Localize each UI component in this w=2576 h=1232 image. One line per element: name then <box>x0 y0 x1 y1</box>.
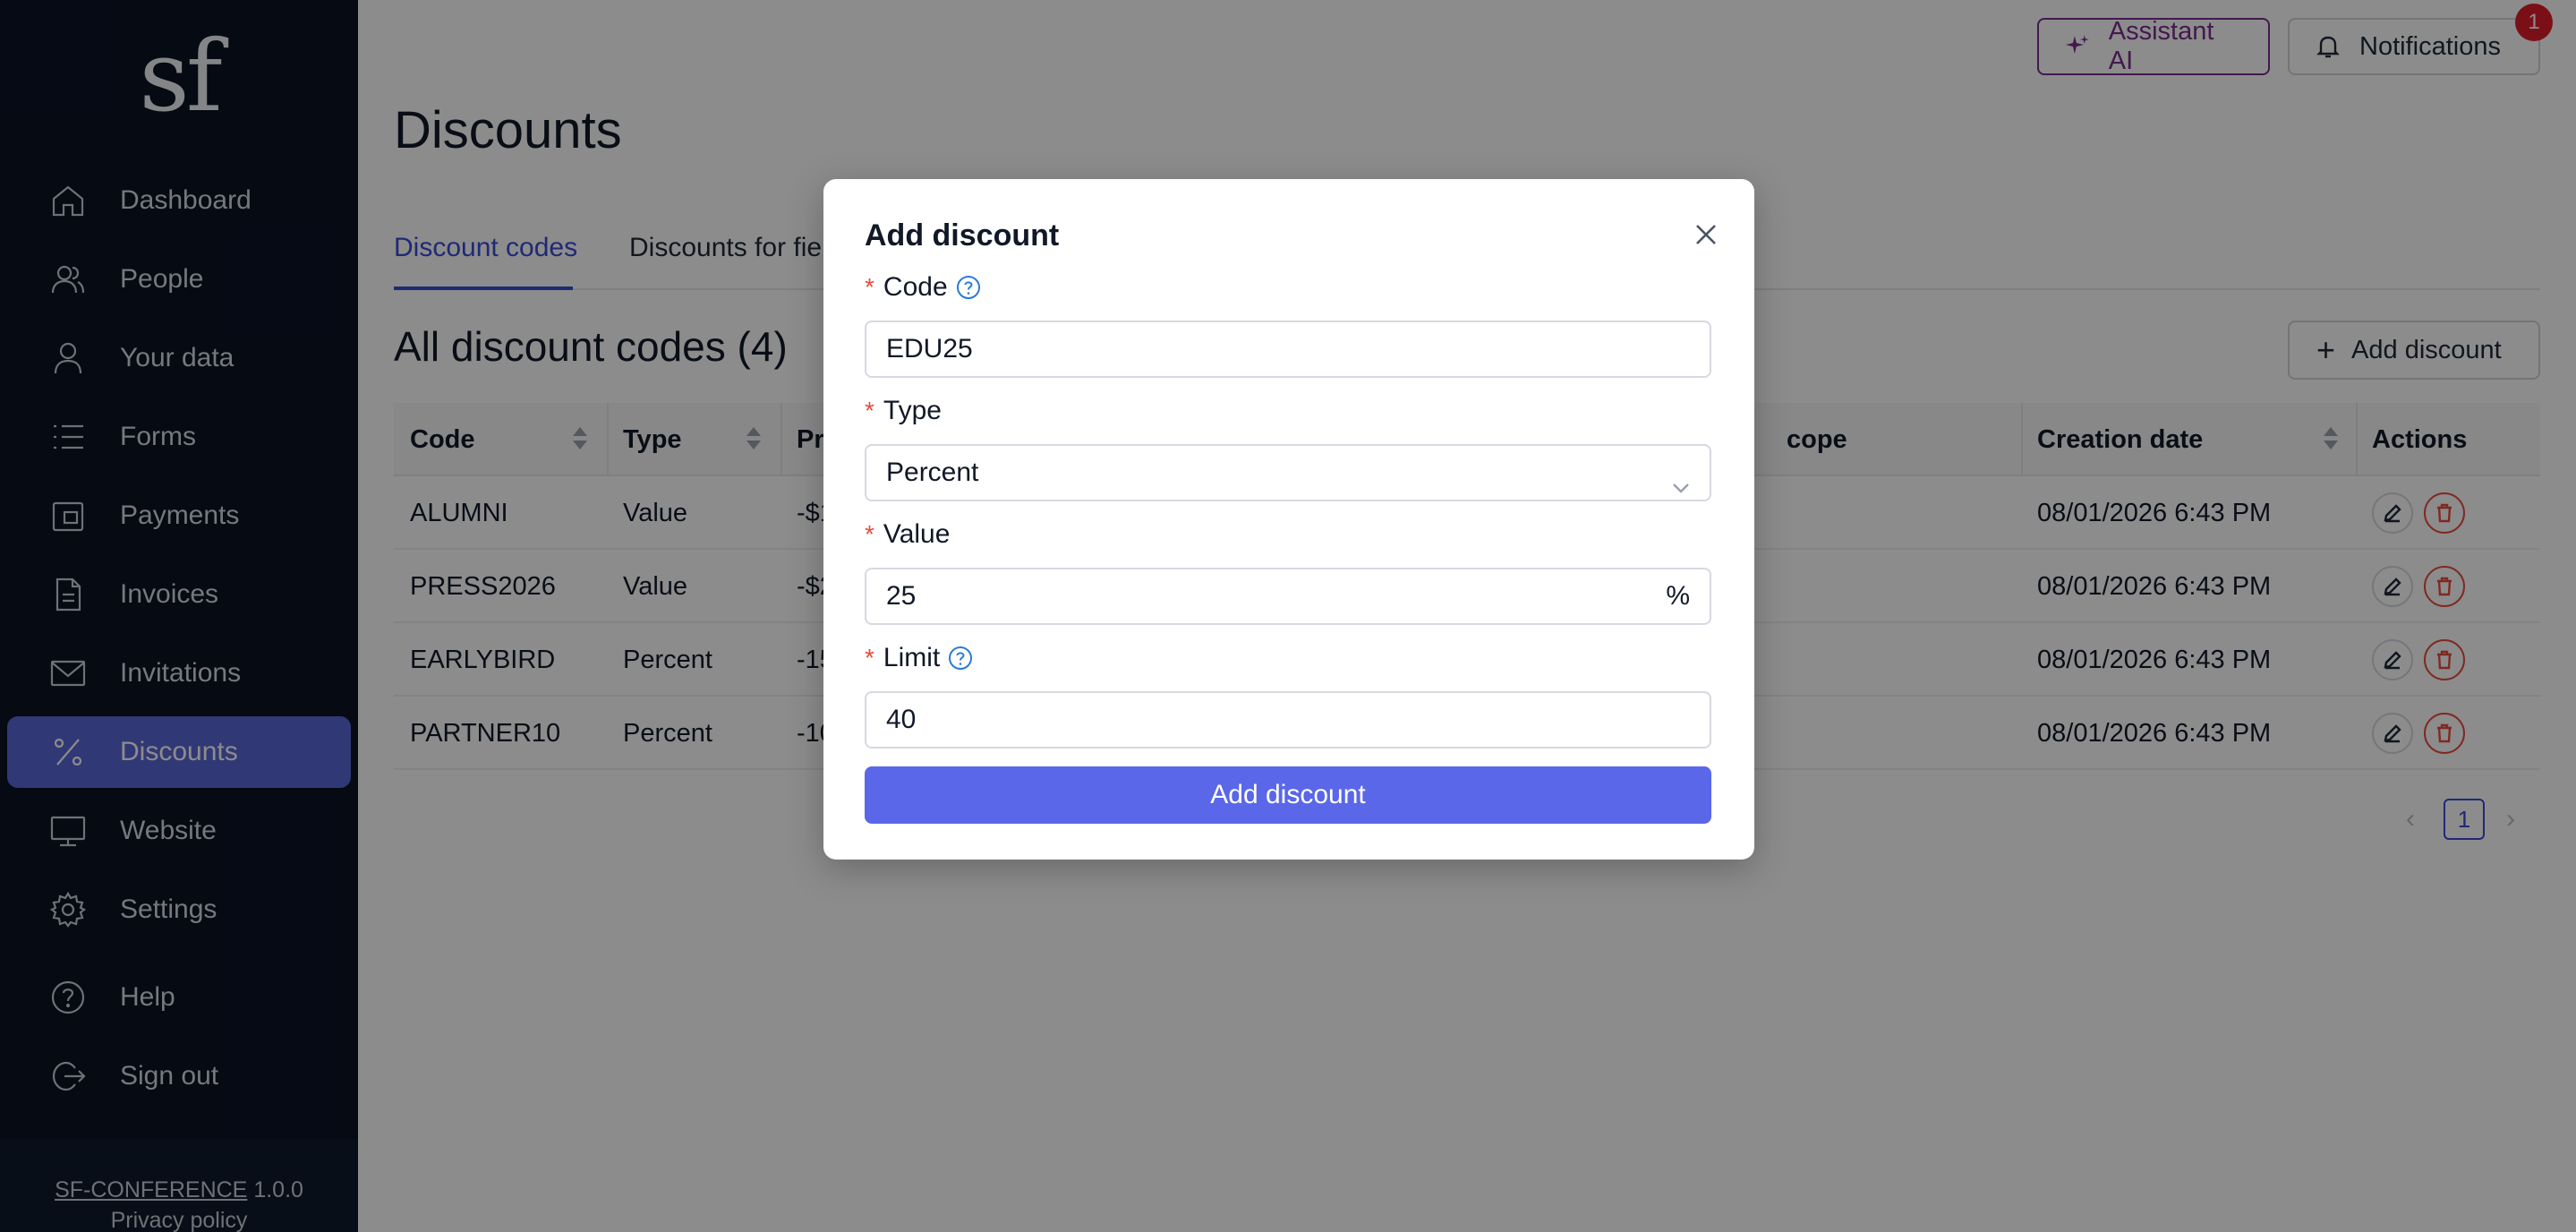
value-input-text: 25 <box>886 581 917 611</box>
required-mark: * <box>865 397 874 424</box>
value-input[interactable]: 25 % <box>865 568 1711 625</box>
close-icon <box>1696 225 1716 244</box>
type-select-value: Percent <box>886 458 979 487</box>
required-mark: * <box>865 520 874 548</box>
percent-suffix: % <box>1666 581 1690 611</box>
type-select[interactable]: Percent <box>865 444 1711 501</box>
value-label: * Value <box>865 519 950 550</box>
close-button[interactable] <box>1688 217 1724 252</box>
type-label-text: Type <box>883 396 942 425</box>
limit-label-text: Limit <box>883 643 941 672</box>
submit-add-discount-button[interactable]: Add discount <box>865 766 1711 824</box>
limit-label: * Limit <box>865 643 974 673</box>
chevron-down-icon <box>1670 464 1692 493</box>
type-label: * Type <box>865 396 942 426</box>
required-mark: * <box>865 644 874 672</box>
limit-input[interactable]: 40 <box>865 691 1711 749</box>
help-icon[interactable] <box>955 274 982 301</box>
value-label-text: Value <box>883 519 951 549</box>
help-icon[interactable] <box>947 645 974 672</box>
add-discount-modal: Add discount * Code EDU25 * Type Percent… <box>823 179 1754 860</box>
code-label-text: Code <box>883 272 948 302</box>
code-label: * Code <box>865 272 982 303</box>
code-input[interactable]: EDU25 <box>865 321 1711 378</box>
modal-title: Add discount <box>865 218 1060 252</box>
required-mark: * <box>865 273 874 301</box>
